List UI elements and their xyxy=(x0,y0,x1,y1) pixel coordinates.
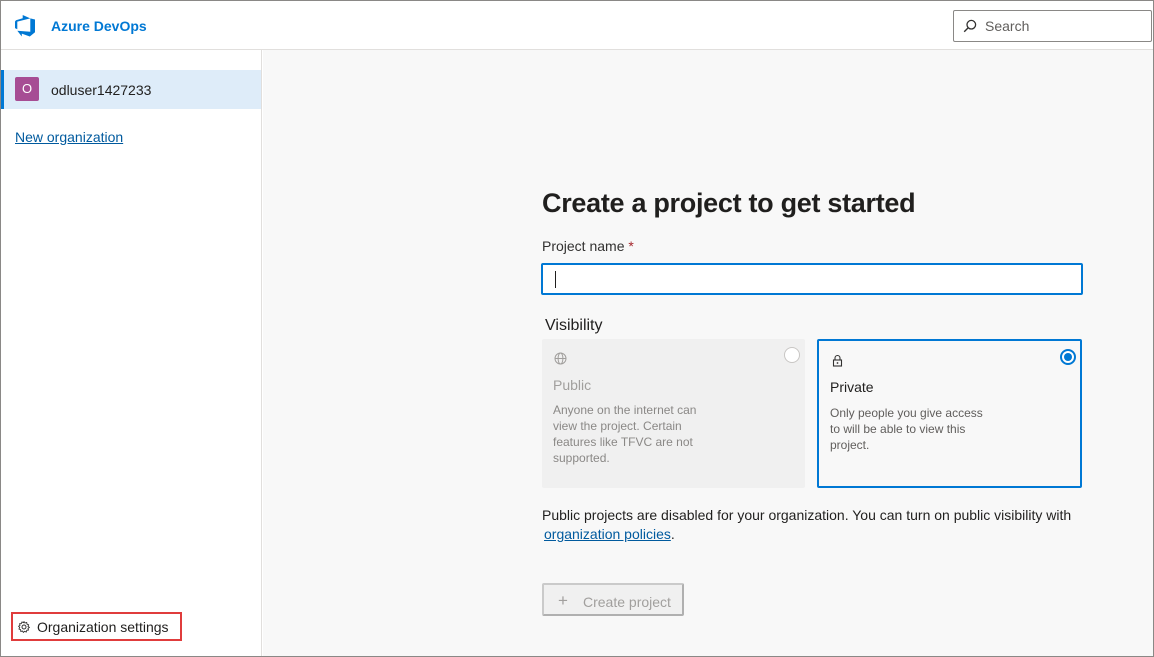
notice-end: . xyxy=(670,526,675,542)
lock-icon xyxy=(832,354,843,367)
organization-settings-button[interactable]: Organization settings xyxy=(11,612,182,641)
visibility-label: Visibility xyxy=(545,317,603,334)
visibility-option-description: Anyone on the internet can view the proj… xyxy=(553,403,697,465)
visibility-option-private[interactable]: Private Only people you give access to w… xyxy=(817,339,1082,488)
notice-text: Public projects are disabled for your or… xyxy=(542,507,1072,523)
search-icon xyxy=(963,19,977,33)
visibility-option-title: Private xyxy=(830,379,874,395)
avatar: O xyxy=(15,77,39,101)
visibility-option-public[interactable]: Public Anyone on the internet can view t… xyxy=(542,339,805,488)
private-radio[interactable] xyxy=(1060,349,1076,365)
create-project-button[interactable]: + Create project xyxy=(542,583,684,616)
page-title: Create a project to get started xyxy=(542,188,916,218)
organization-settings-label: Organization settings xyxy=(37,619,169,635)
required-marker: * xyxy=(628,238,634,254)
brand-name[interactable]: Azure DevOps xyxy=(51,18,147,34)
globe-icon xyxy=(554,352,567,365)
visibility-option-description: Only people you give access to will be a… xyxy=(830,406,983,452)
app-window: Azure DevOps O odluser1427233 New organi… xyxy=(0,0,1154,657)
top-bar: Azure DevOps xyxy=(1,1,1153,50)
search-input[interactable] xyxy=(985,15,1145,37)
project-name-input[interactable] xyxy=(541,263,1083,295)
organization-name: odluser1427233 xyxy=(51,82,152,98)
text-cursor xyxy=(555,271,556,288)
search-box[interactable] xyxy=(953,10,1152,42)
sidebar-item-organization[interactable]: O odluser1427233 xyxy=(1,70,261,109)
create-project-label: Create project xyxy=(583,594,671,610)
visibility-notice: Public projects are disabled for your or… xyxy=(542,506,1102,544)
plus-icon: + xyxy=(558,591,568,610)
public-radio[interactable] xyxy=(784,347,800,363)
gear-icon xyxy=(18,621,30,633)
organization-policies-link[interactable]: organization policies xyxy=(544,526,671,542)
sidebar: O odluser1427233 New organization Organi… xyxy=(1,50,262,656)
project-name-label-text: Project name xyxy=(542,238,625,254)
main-content: Create a project to get started Project … xyxy=(263,50,1153,656)
visibility-option-title: Public xyxy=(553,377,592,393)
new-organization-link[interactable]: New organization xyxy=(15,129,123,145)
project-name-label: Project name * xyxy=(542,238,634,254)
azure-devops-logo-icon[interactable] xyxy=(15,15,37,37)
